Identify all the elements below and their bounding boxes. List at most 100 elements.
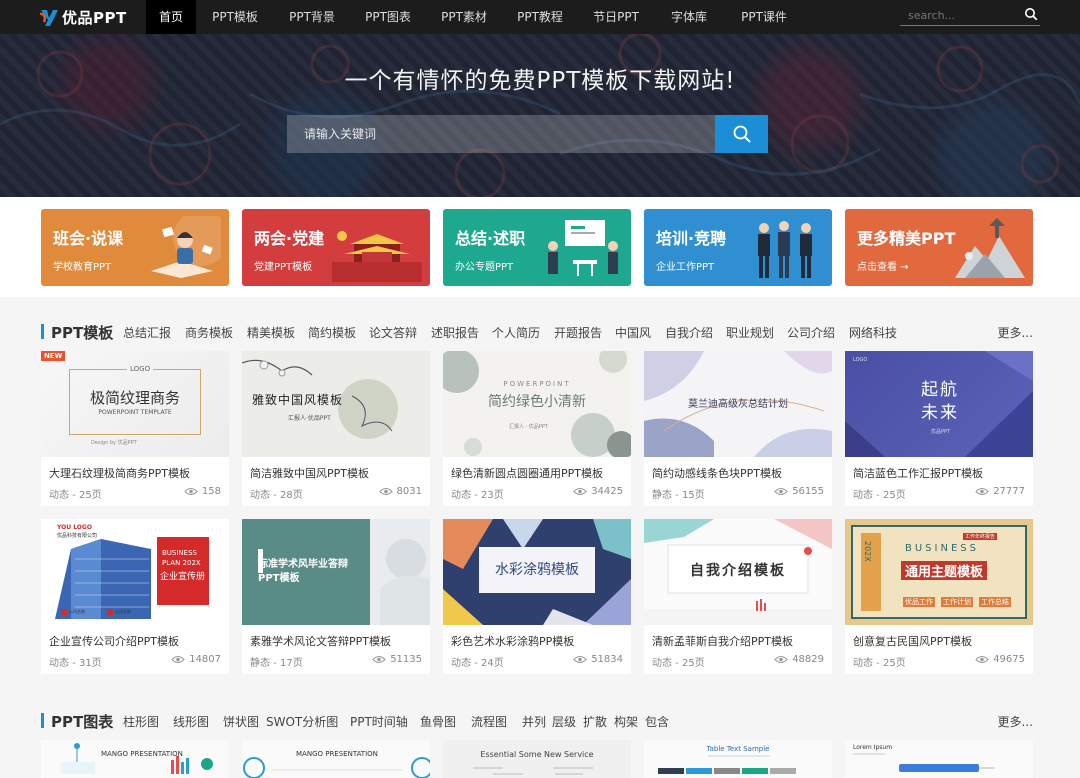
thumb-text: 简约绿色小清新 [488,394,586,410]
tag-link[interactable]: 开题报告 [554,324,615,341]
more-link[interactable]: 更多... [998,324,1033,341]
search-icon[interactable] [1024,7,1038,21]
tag-link[interactable]: 精美模板 [247,324,308,341]
card-thumbnail[interactable]: 水彩涂鸦模板 [443,519,631,625]
tag-link[interactable]: 层级 [552,713,583,730]
card-meta: 动态 - 25页 [49,490,102,501]
more-link[interactable]: 更多... [998,713,1033,730]
section-tag-list: 总结汇报 商务模板 精美模板 简约模板 论文答辩 述职报告 个人简历 开题报告 … [123,324,909,341]
card-thumbnail[interactable]: 202X 工作年终报告 BUSINESS 通用主题模板 优品工作 工作计划 工作… [845,519,1033,625]
card-thumbnail[interactable]: Lorem Ipsum [845,740,1033,778]
tag-link[interactable]: 总结汇报 [123,324,185,341]
hero-search-button[interactable] [715,115,768,153]
nav-item-ppt-charts[interactable]: PPT图表 [350,0,426,34]
top-search-input[interactable] [900,5,1014,25]
section-title[interactable]: PPT模板 [51,322,113,343]
card-title[interactable]: 彩色艺术水彩涂鸦PP模板 [451,633,627,649]
card-thumbnail[interactable]: LOGO 极简纹理商务 POWERPOINT TEMPLATE Design b… [41,351,229,457]
tag-link[interactable]: 个人简历 [492,324,554,341]
nav-item-ppt-backgrounds[interactable]: PPT背景 [274,0,350,34]
card-thumbnail[interactable]: 莫兰迪高级灰总结计划 [644,351,832,457]
nav-item-ppt-materials[interactable]: PPT素材 [426,0,502,34]
tag-link[interactable]: 论文答辩 [369,324,431,341]
card-title[interactable]: 简洁雅致中国风PPT模板 [250,465,426,481]
eye-icon [774,656,788,663]
template-card[interactable]: 莫兰迪高级灰总结计划 简约动感线条色块PPT模板 静态 - 15页 56155 [644,351,832,506]
template-card[interactable]: 雅致中国风模板 汇报人·优品PPT 简洁雅致中国风PPT模板 动态 - 28页 … [242,351,430,506]
tag-link[interactable]: SWOT分析图 [266,713,350,730]
template-card[interactable]: POWERPOINT 简约绿色小清新 汇报人 · 优品PPT 绿色清新圆点圆圈通… [443,351,631,506]
card-title[interactable]: 简约动感线条色块PPT模板 [652,465,828,481]
tag-link[interactable]: 并列 [522,713,552,730]
section-title[interactable]: PPT图表 [51,711,113,732]
category-card-class-meeting[interactable]: 班会·说课 学校教育PPT [41,209,229,286]
template-card[interactable]: 水彩涂鸦模板 彩色艺术水彩涂鸦PP模板 动态 - 24页 51834 [443,519,631,674]
category-card-party-building[interactable]: 两会·党建 党建PPT模板 [242,209,430,286]
tag-link[interactable]: 饼状图 [223,713,266,730]
nav-item-ppt-tutorials[interactable]: PPT教程 [502,0,578,34]
card-views: 14807 [171,654,221,665]
chart-card[interactable]: Lorem Ipsum [845,740,1033,778]
card-title[interactable]: 大理石纹理极简商务PPT模板 [49,465,225,481]
tag-link[interactable]: 柱形图 [123,713,173,730]
nav-item-ppt-courseware[interactable]: PPT课件 [724,0,804,34]
tag-link[interactable]: 中国风 [615,324,665,341]
card-view-count: 8031 [396,486,422,497]
category-card-summary-report[interactable]: 总结·述职 办公专题PPT [443,209,631,286]
site-logo[interactable]: 优品PPT [38,5,127,29]
card-views: 8031 [378,486,422,497]
chart-card[interactable]: MANGO PRESENTATION [41,740,229,778]
card-thumbnail[interactable]: MANGO PRESENTATION [41,740,229,778]
chart-card[interactable]: MANGO PRESENTATION [242,740,430,778]
eye-icon [975,656,989,663]
template-card[interactable]: 自我介绍模板 清新孟菲斯自我介绍PPT模板 动态 - 25页 48829 [644,519,832,674]
card-title[interactable]: 创意复古民国风PPT模板 [853,633,1029,649]
card-title[interactable]: 清新孟菲斯自我介绍PPT模板 [652,633,828,649]
eye-icon [573,656,587,663]
hero-search-input[interactable] [287,115,715,153]
tag-link[interactable]: 商务模板 [185,324,247,341]
chart-card[interactable]: Table Text Sample [644,740,832,778]
template-card[interactable]: LOGO 极简纹理商务 POWERPOINT TEMPLATE Design b… [41,351,229,506]
chart-card[interactable]: Essential Some New Service [443,740,631,778]
tag-link[interactable]: 线形图 [173,713,223,730]
category-card-training[interactable]: 培训·竞聘 企业工作PPT [644,209,832,286]
tag-link[interactable]: PPT时间轴 [350,713,420,730]
tag-link[interactable]: 述职报告 [431,324,492,341]
template-card[interactable]: YOU LOGO 优品科技有限公司 BUSINESS PLAN 202X 企业宣… [41,519,229,674]
card-thumbnail[interactable]: POWERPOINT 简约绿色小清新 汇报人 · 优品PPT [443,351,631,457]
tag-link[interactable]: 自我介绍 [665,324,726,341]
tag-link[interactable]: 扩散 [583,713,614,730]
template-card[interactable]: LOGO 起航 未来 优品PPT 简洁蓝色工作汇报PPT模板 动态 - 25页 … [845,351,1033,506]
nav-item-home[interactable]: 首页 [146,0,196,34]
tag-link[interactable]: 流程图 [471,713,522,730]
card-thumbnail[interactable]: MANGO PRESENTATION [242,740,430,778]
tag-link[interactable]: 简约模板 [308,324,369,341]
card-title[interactable]: 简洁蓝色工作汇报PPT模板 [853,465,1029,481]
card-title[interactable]: 企业宣传公司介绍PPT模板 [49,633,225,649]
tag-link[interactable]: 构架 [614,713,645,730]
card-thumbnail[interactable]: Table Text Sample [644,740,832,778]
card-title[interactable]: 素雅学术风论文答辩PPT模板 [250,633,426,649]
nav-item-font-library[interactable]: 字体库 [654,0,724,34]
template-card[interactable]: 202X 工作年终报告 BUSINESS 通用主题模板 优品工作 工作计划 工作… [845,519,1033,674]
top-navbar: 优品PPT 首页 PPT模板 PPT背景 PPT图表 PPT素材 PPT教程 节… [0,0,1080,34]
tag-link[interactable]: 鱼骨图 [420,713,471,730]
card-thumbnail[interactable]: Essential Some New Service [443,740,631,778]
tag-link[interactable]: 职业规划 [726,324,787,341]
nav-item-ppt-templates[interactable]: PPT模板 [196,0,274,34]
card-thumbnail[interactable]: 自我介绍模板 [644,519,832,625]
card-thumbnail[interactable]: 标准学术风毕业答辩 PPT模板 [242,519,430,625]
card-title[interactable]: 绿色清新圆点圆圈通用PPT模板 [451,465,627,481]
tag-link[interactable]: 包含 [645,713,675,730]
card-thumbnail[interactable]: YOU LOGO 优品科技有限公司 BUSINESS PLAN 202X 企业宣… [41,519,229,625]
tag-link[interactable]: 网络科技 [849,324,909,341]
card-thumbnail[interactable]: LOGO 起航 未来 优品PPT [845,351,1033,457]
nav-item-holiday-ppt[interactable]: 节日PPT [578,0,654,34]
card-thumbnail[interactable]: 雅致中国风模板 汇报人·优品PPT [242,351,430,457]
tiananmen-icon [332,231,422,282]
card-views: 158 [184,486,221,497]
tag-link[interactable]: 公司介绍 [787,324,849,341]
template-card[interactable]: 标准学术风毕业答辩 PPT模板 素雅学术风论文答辩PPT模板 静态 - 17页 … [242,519,430,674]
category-card-more[interactable]: 更多精美PPT 点击查看 → [845,209,1033,286]
